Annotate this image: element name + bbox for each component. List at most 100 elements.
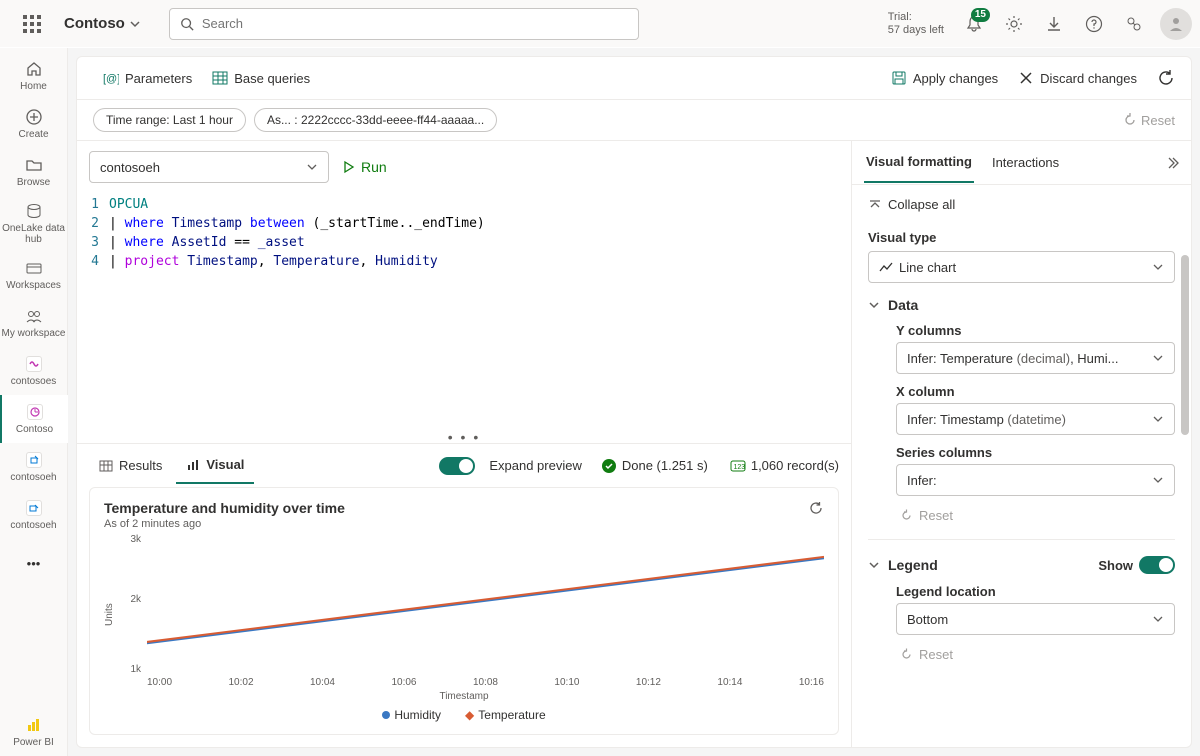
refresh-button[interactable] bbox=[1147, 63, 1175, 93]
chart-yaxis: 3k 2k 1k bbox=[119, 538, 143, 671]
people-icon bbox=[25, 307, 43, 325]
org-name[interactable]: Contoso bbox=[64, 15, 125, 32]
feedback-button[interactable] bbox=[1116, 6, 1152, 42]
run-button[interactable]: Run bbox=[341, 159, 387, 175]
home-icon bbox=[25, 60, 43, 78]
svg-text:[@]: [@] bbox=[103, 73, 119, 85]
code-content[interactable]: OPCUA | where Timestamp between (_startT… bbox=[109, 195, 851, 431]
download-button[interactable] bbox=[1036, 6, 1072, 42]
search-box[interactable] bbox=[169, 8, 639, 40]
left-nav-rail: Home Create Browse OneLake data hub Work… bbox=[0, 48, 68, 756]
asset-pill[interactable]: As... : 2222cccc-33dd-eeee-ff44-aaaaa... bbox=[254, 108, 497, 132]
play-icon bbox=[341, 160, 355, 174]
check-icon bbox=[605, 462, 613, 470]
section-data[interactable]: Data bbox=[868, 297, 1175, 313]
chart-subtitle: As of 2 minutes ago bbox=[104, 518, 808, 530]
onelake-icon bbox=[25, 202, 43, 220]
app-launcher-icon[interactable] bbox=[16, 8, 48, 40]
parameters-button[interactable]: [@] Parameters bbox=[93, 64, 202, 92]
top-bar: Contoso Trial: 57 days left 15 bbox=[0, 0, 1200, 48]
tab-interactions[interactable]: Interactions bbox=[990, 143, 1061, 182]
time-range-pill[interactable]: Time range: Last 1 hour bbox=[93, 108, 246, 132]
chevron-down-icon bbox=[1152, 352, 1164, 364]
tab-visual-formatting[interactable]: Visual formatting bbox=[864, 142, 974, 183]
gear-icon bbox=[1005, 15, 1023, 33]
plus-circle-icon bbox=[25, 108, 43, 126]
undo-icon bbox=[900, 648, 913, 661]
discard-changes-button[interactable]: Discard changes bbox=[1008, 64, 1147, 92]
nav-contosoeh-2[interactable]: contosoeh bbox=[0, 491, 68, 539]
expand-pane-icon[interactable] bbox=[1165, 156, 1179, 170]
settings-button[interactable] bbox=[996, 6, 1032, 42]
parameters-icon: [@] bbox=[103, 70, 119, 86]
database-select[interactable]: contosoeh bbox=[89, 151, 329, 183]
more-icon: ••• bbox=[25, 554, 43, 572]
nav-contosoeh-1[interactable]: contosoeh bbox=[0, 443, 68, 491]
query-editor[interactable]: 1234 OPCUA | where Timestamp between (_s… bbox=[77, 191, 851, 431]
notifications-button[interactable]: 15 bbox=[956, 6, 992, 42]
nav-my-workspace[interactable]: My workspace bbox=[0, 299, 68, 347]
apply-changes-button[interactable]: Apply changes bbox=[881, 64, 1008, 92]
reset-legend-button[interactable]: Reset bbox=[900, 647, 1175, 662]
expand-preview-label: Expand preview bbox=[489, 458, 582, 473]
chart-legend: Humidity ◆Temperature bbox=[104, 708, 824, 722]
pane-scrollbar[interactable] bbox=[1179, 185, 1189, 747]
reset-filters-button[interactable]: Reset bbox=[1123, 113, 1175, 128]
base-queries-button[interactable]: Base queries bbox=[202, 64, 320, 92]
nav-onelake[interactable]: OneLake data hub bbox=[0, 196, 68, 251]
nav-workspaces[interactable]: Workspaces bbox=[0, 251, 68, 299]
nav-contoso[interactable]: Contoso bbox=[0, 395, 68, 443]
feedback-icon bbox=[1125, 15, 1143, 33]
format-pane: Visual formatting Interactions Collapse … bbox=[851, 141, 1191, 747]
collapse-icon bbox=[868, 198, 882, 212]
table-icon bbox=[99, 459, 113, 473]
record-count: 123 1,060 record(s) bbox=[730, 458, 839, 473]
ycolumns-select[interactable]: Infer: Temperature (decimal), Humi... bbox=[896, 342, 1175, 374]
seriescolumns-select[interactable]: Infer: bbox=[896, 464, 1175, 496]
result-tabs: Results Visual Expand preview Done (1.25… bbox=[77, 443, 851, 487]
xcolumn-label: X column bbox=[896, 384, 1175, 399]
search-input[interactable] bbox=[202, 16, 628, 31]
chevron-down-icon[interactable] bbox=[129, 18, 141, 30]
nav-more[interactable]: ••• bbox=[0, 539, 68, 587]
nav-home[interactable]: Home bbox=[0, 52, 68, 100]
download-icon bbox=[1045, 15, 1063, 33]
help-icon bbox=[1085, 15, 1103, 33]
user-avatar[interactable] bbox=[1160, 8, 1192, 40]
filter-toolbar: Time range: Last 1 hour As... : 2222cccc… bbox=[76, 100, 1192, 140]
visual-type-select[interactable]: Line chart bbox=[868, 251, 1175, 283]
collapse-all-button[interactable]: Collapse all bbox=[868, 193, 1175, 224]
tab-results[interactable]: Results bbox=[89, 448, 172, 483]
legend-location-select[interactable]: Bottom bbox=[896, 603, 1175, 635]
line-chart-icon bbox=[879, 260, 893, 274]
seriescolumns-label: Series columns bbox=[896, 445, 1175, 460]
xcolumn-select[interactable]: Infer: Timestamp (datetime) bbox=[896, 403, 1175, 435]
help-button[interactable] bbox=[1076, 6, 1112, 42]
chart-ylabel: Units bbox=[104, 538, 115, 691]
chart-title: Temperature and humidity over time bbox=[104, 500, 808, 516]
ycolumns-label: Y columns bbox=[896, 323, 1175, 338]
expand-preview-toggle[interactable] bbox=[439, 457, 475, 475]
undo-icon bbox=[900, 509, 913, 522]
nav-powerbi[interactable]: Power BI bbox=[0, 708, 68, 756]
resize-handle[interactable]: • • • bbox=[77, 431, 851, 443]
section-legend[interactable]: Legend Show bbox=[868, 556, 1175, 574]
kql-icon bbox=[29, 503, 39, 513]
close-icon bbox=[1018, 70, 1034, 86]
nav-contosoes[interactable]: contosoes bbox=[0, 347, 68, 395]
legend-show-toggle[interactable] bbox=[1139, 556, 1175, 574]
chart-icon bbox=[186, 458, 200, 472]
nav-create[interactable]: Create bbox=[0, 100, 68, 148]
chart-xlabel: Timestamp bbox=[104, 691, 824, 702]
tab-visual[interactable]: Visual bbox=[176, 447, 254, 484]
nav-browse[interactable]: Browse bbox=[0, 148, 68, 196]
reset-data-button[interactable]: Reset bbox=[900, 508, 1175, 523]
visual-type-label: Visual type bbox=[868, 230, 1175, 245]
chevron-down-icon bbox=[306, 161, 318, 173]
refresh-icon bbox=[1157, 69, 1175, 87]
chart-xaxis: 10:0010:0210:0410:0610:0810:1010:1210:14… bbox=[147, 677, 824, 691]
records-icon: 123 bbox=[730, 460, 746, 472]
search-icon bbox=[180, 17, 194, 31]
chevron-down-icon bbox=[868, 559, 880, 571]
chart-refresh-icon[interactable] bbox=[808, 500, 824, 516]
